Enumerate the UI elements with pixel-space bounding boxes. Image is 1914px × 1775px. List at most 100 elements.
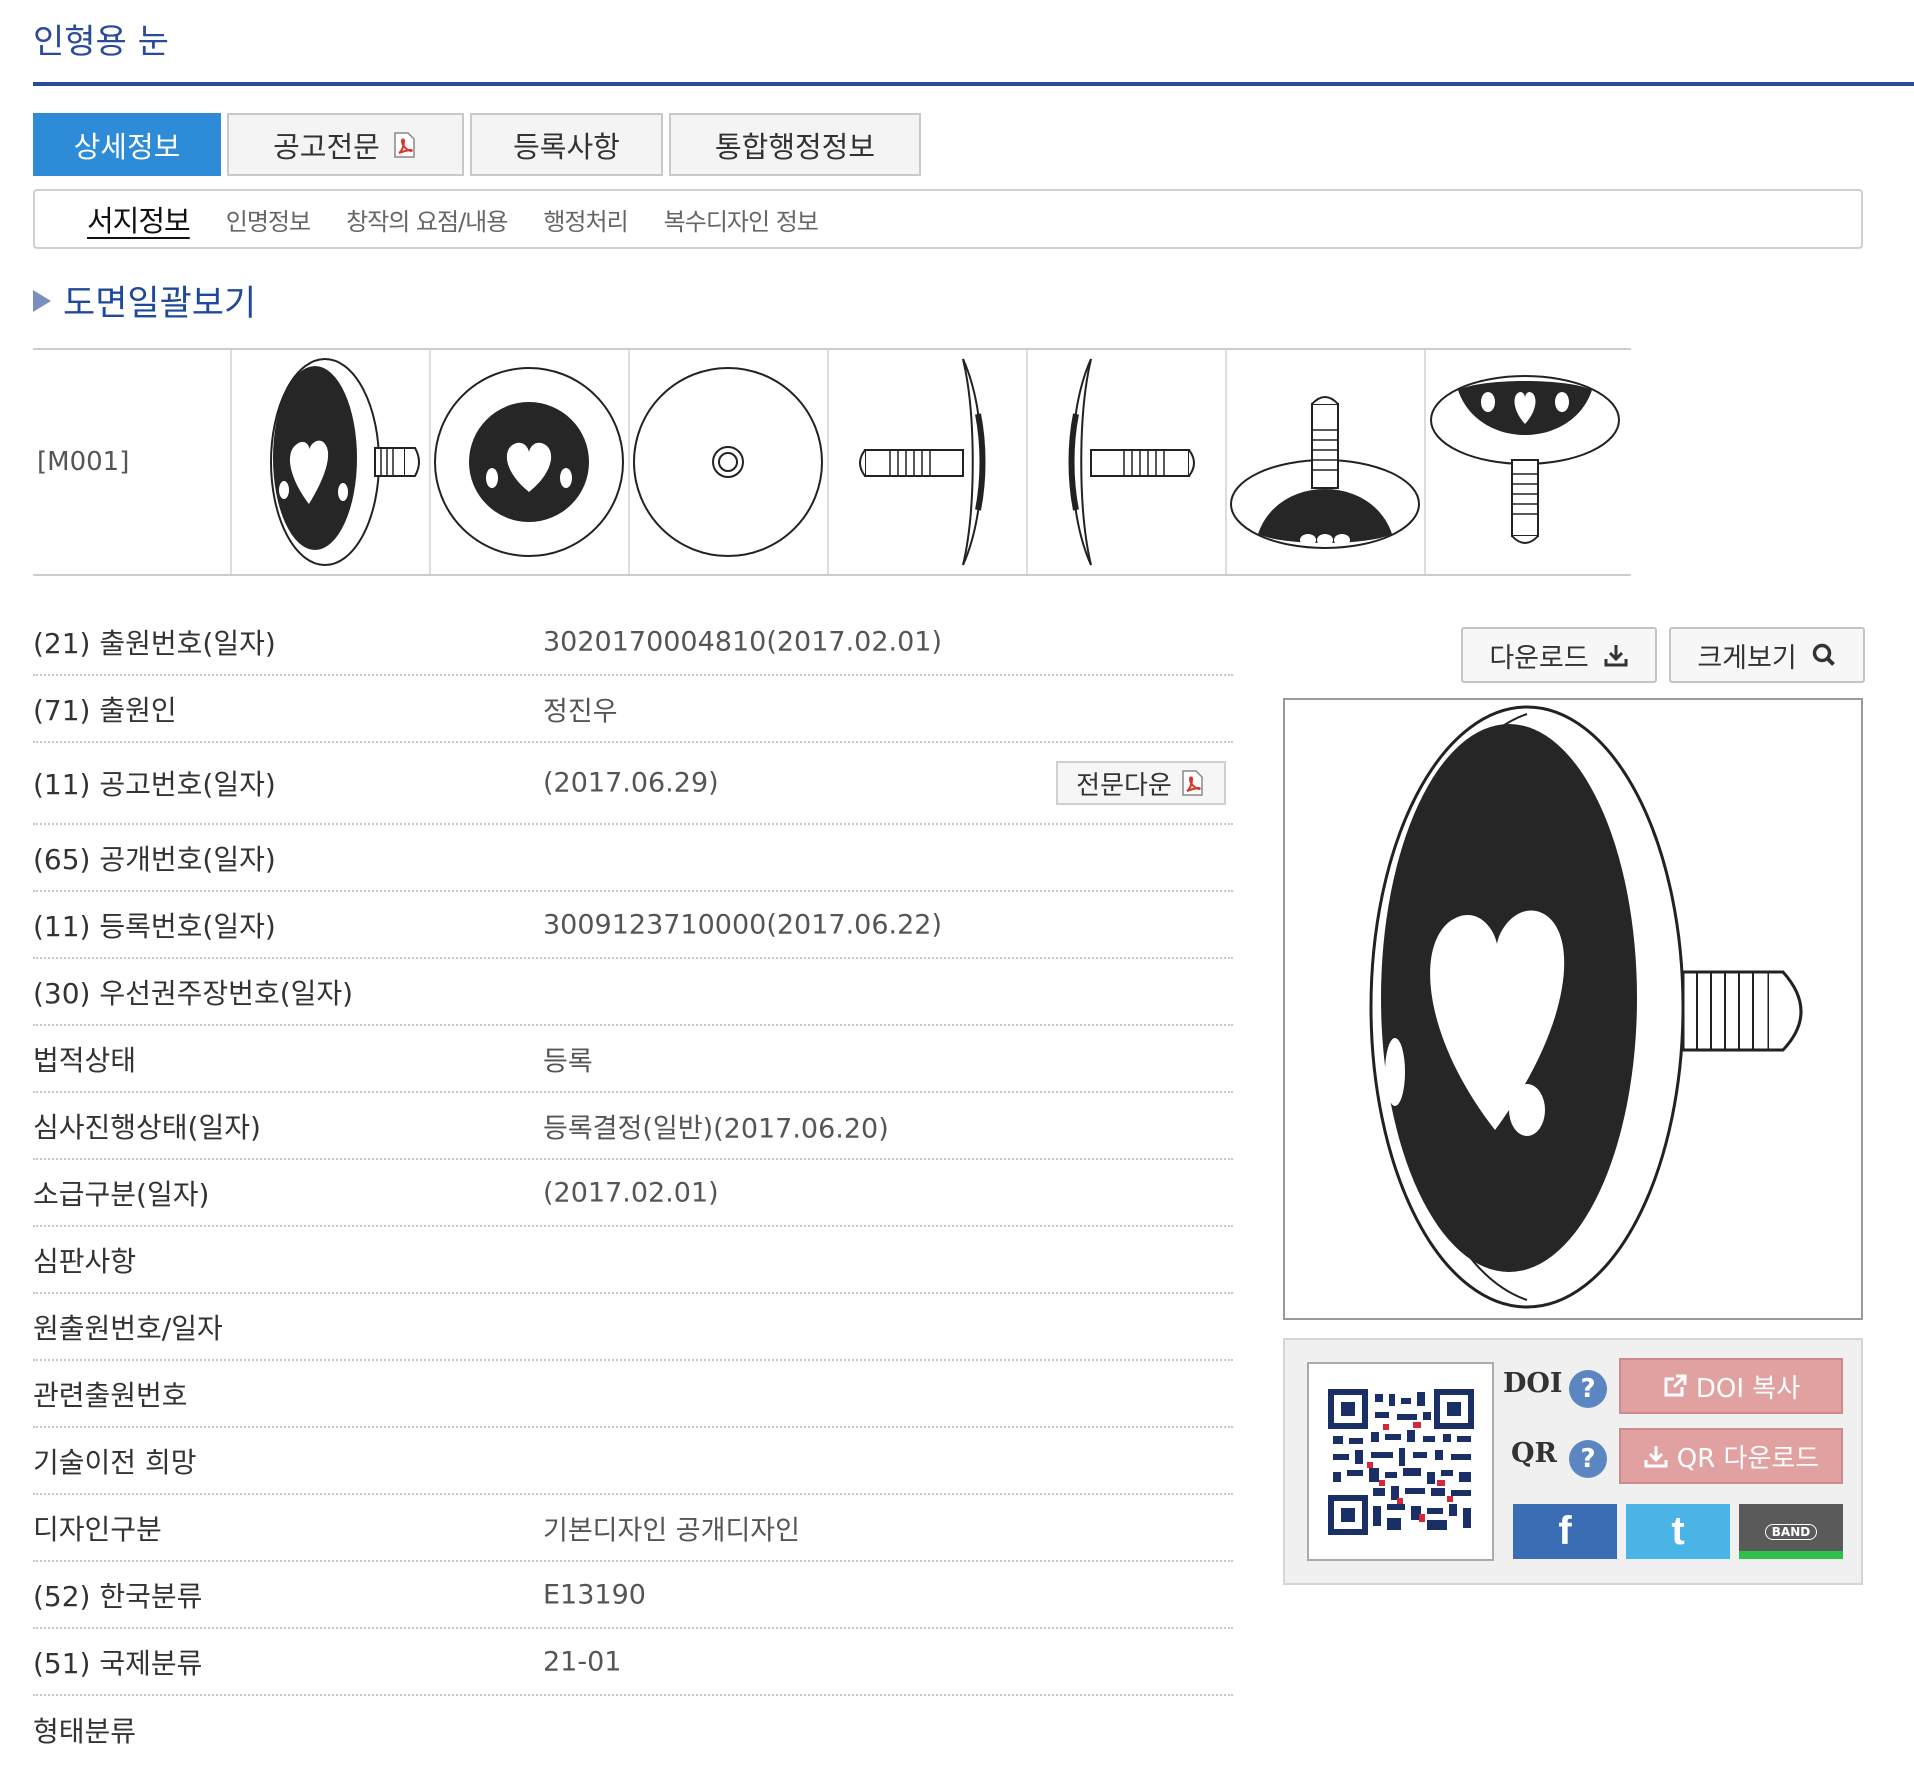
doll-eye-back-icon	[631, 354, 826, 570]
tab-label: 공고전문	[273, 124, 380, 166]
band-label: BAND	[1765, 1524, 1817, 1540]
title-divider	[33, 82, 1914, 86]
info-value: (2017.06.29)	[543, 768, 719, 799]
pdf-icon	[1178, 769, 1206, 797]
info-value: 21-01	[543, 1646, 621, 1677]
info-row-design-type: 디자인구분 기본디자인 공개디자인	[33, 1495, 1233, 1562]
download-label: 다운로드	[1489, 636, 1588, 675]
twitter-share-button[interactable]: t	[1626, 1504, 1730, 1559]
doll-eye-top-icon	[1228, 354, 1423, 570]
subnav-persons[interactable]: 인명정보	[226, 202, 310, 237]
qr-code	[1307, 1362, 1494, 1561]
drawing-thumbnail-front[interactable]	[431, 350, 630, 574]
info-row-application-number: (21) 출원번호(일자) 3020170004810(2017.02.01)	[33, 609, 1233, 676]
tab-label: 등록사항	[513, 124, 620, 166]
page-title: 인형용 눈	[33, 14, 169, 63]
doll-eye-large-image	[1285, 700, 1861, 1318]
info-row-international-classification: (51) 국제분류 21-01	[33, 1629, 1233, 1696]
bullet-arrow-icon	[33, 290, 51, 312]
info-value: 등록결정(일반)(2017.06.20)	[543, 1106, 889, 1145]
info-label: 소급구분(일자)	[33, 1173, 209, 1213]
download-button[interactable]: 다운로드	[1461, 627, 1657, 683]
info-label: (21) 출원번호(일자)	[33, 622, 276, 662]
subnav-administrative[interactable]: 행정처리	[543, 202, 627, 237]
subnav-creation-summary[interactable]: 창작의 요점/내용	[346, 202, 507, 237]
doll-eye-bottom-icon	[1428, 354, 1623, 570]
info-value: 3009123710000(2017.06.22)	[543, 909, 942, 940]
sub-navigation: 서지정보 인명정보 창작의 요점/내용 행정처리 복수디자인 정보	[33, 189, 1863, 249]
info-row-publication-number: (65) 공개번호(일자)	[33, 825, 1233, 892]
doi-help-icon[interactable]: ?	[1569, 1370, 1607, 1408]
drawing-preview[interactable]	[1283, 698, 1863, 1320]
info-row-trial: 심판사항	[33, 1227, 1233, 1294]
info-label: (11) 등록번호(일자)	[33, 905, 276, 945]
info-label: 디자인구분	[33, 1508, 162, 1548]
info-row-registration-number: (11) 등록번호(일자) 3009123710000(2017.06.22)	[33, 892, 1233, 959]
full-text-download-button[interactable]: 전문다운	[1056, 761, 1226, 805]
band-share-button[interactable]: BAND	[1739, 1504, 1843, 1559]
share-panel: DOI ? DOI 복사 QR ? QR 다운로드 f t BAND	[1283, 1338, 1863, 1585]
doi-copy-button[interactable]: DOI 복사	[1619, 1358, 1843, 1414]
bibliographic-info-table: (21) 출원번호(일자) 3020170004810(2017.02.01) …	[33, 609, 1233, 1763]
info-row-announcement-number: (11) 공고번호(일자) (2017.06.29) 전문다운	[33, 743, 1233, 825]
full-text-download-label: 전문다운	[1076, 765, 1172, 802]
zoom-view-button[interactable]: 크게보기	[1669, 627, 1865, 683]
info-row-examination-status: 심사진행상태(일자) 등록결정(일반)(2017.06.20)	[33, 1093, 1233, 1160]
qr-code-icon	[1327, 1388, 1475, 1536]
drawing-thumbnail-strip: [M001]	[33, 348, 1631, 576]
drawing-thumbnail-left-side[interactable]	[829, 350, 1028, 574]
drawing-thumbnail-top[interactable]	[1227, 350, 1426, 574]
drawing-thumbnail-back[interactable]	[630, 350, 829, 574]
drawings-heading-text: 도면일괄보기	[63, 275, 256, 326]
qr-help-icon[interactable]: ?	[1569, 1440, 1607, 1478]
qr-download-label: QR 다운로드	[1677, 1438, 1819, 1475]
info-value: E13190	[543, 1579, 646, 1610]
magnifier-icon	[1811, 642, 1837, 668]
info-label: (52) 한국분류	[33, 1575, 202, 1615]
subnav-bibliographic[interactable]: 서지정보	[87, 198, 190, 240]
twitter-icon: t	[1671, 1509, 1684, 1554]
drawing-thumbnail-bottom[interactable]	[1426, 350, 1625, 574]
info-value: (2017.02.01)	[543, 1177, 719, 1208]
info-label: (11) 공고번호(일자)	[33, 763, 276, 803]
drawing-thumbnail-perspective[interactable]	[232, 350, 431, 574]
tab-detail-info[interactable]: 상세정보	[33, 113, 221, 176]
doll-eye-front-icon	[432, 354, 627, 570]
tab-registration[interactable]: 등록사항	[470, 113, 663, 176]
info-label: 관련출원번호	[33, 1374, 188, 1414]
download-icon	[1603, 642, 1629, 668]
info-label: 심사진행상태(일자)	[33, 1106, 261, 1146]
tab-admin-info[interactable]: 통합행정정보	[669, 113, 921, 176]
qr-download-button[interactable]: QR 다운로드	[1619, 1428, 1843, 1484]
info-row-korean-classification: (52) 한국분류 E13190	[33, 1562, 1233, 1629]
drawing-thumbnail-right-side[interactable]	[1028, 350, 1227, 574]
info-value: 기본디자인 공개디자인	[543, 1508, 800, 1547]
tab-announcement-full[interactable]: 공고전문	[227, 113, 464, 176]
info-row-original-application: 원출원번호/일자	[33, 1294, 1233, 1361]
info-row-tech-transfer: 기술이전 희망	[33, 1428, 1233, 1495]
info-label: (65) 공개번호(일자)	[33, 838, 276, 878]
pdf-icon	[390, 131, 418, 159]
info-label: 법적상태	[33, 1039, 136, 1079]
subnav-multiple-design[interactable]: 복수디자인 정보	[664, 202, 818, 237]
info-row-priority-claim: (30) 우선권주장번호(일자)	[33, 959, 1233, 1026]
tab-label: 상세정보	[74, 124, 181, 166]
info-value: 등록	[543, 1039, 593, 1078]
band-accent-bar	[1739, 1551, 1843, 1559]
main-tabs: 상세정보 공고전문 등록사항 통합행정정보	[33, 113, 927, 176]
tab-label: 통합행정정보	[715, 124, 875, 166]
zoom-view-label: 크게보기	[1697, 636, 1796, 675]
qr-label: QR	[1511, 1438, 1557, 1469]
doll-eye-left-side-icon	[830, 354, 1025, 570]
info-row-shape-classification: 형태분류	[33, 1696, 1233, 1763]
doll-eye-perspective-icon	[233, 354, 428, 570]
facebook-share-button[interactable]: f	[1513, 1504, 1617, 1559]
info-label: (51) 국제분류	[33, 1642, 202, 1682]
download-icon	[1643, 1443, 1669, 1469]
info-label: 기술이전 희망	[33, 1441, 196, 1481]
info-label: 원출원번호/일자	[33, 1307, 223, 1347]
facebook-icon: f	[1558, 1509, 1571, 1554]
info-label: (71) 출원인	[33, 689, 177, 729]
doi-copy-label: DOI 복사	[1696, 1368, 1800, 1405]
drawings-heading: 도면일괄보기	[33, 275, 256, 326]
